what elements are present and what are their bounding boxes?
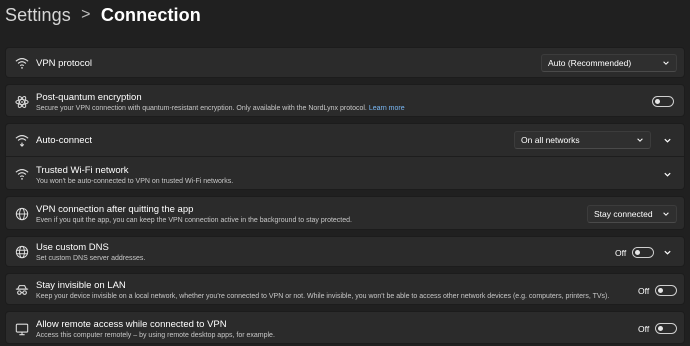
auto-connect-title: Auto-connect <box>36 135 92 146</box>
breadcrumb: Settings > Connection <box>5 2 201 28</box>
page-title: Connection <box>100 4 201 25</box>
wifi-auto-icon <box>15 133 29 147</box>
custom-dns-description: Set custom DNS server addresses. <box>36 255 146 262</box>
vpn-protocol-value: Auto (Recommended) <box>548 58 632 68</box>
after-quit-description: Even if you quit the app, you can keep t… <box>36 217 352 224</box>
after-quit-row: VPN connection after quitting the app Ev… <box>6 197 684 231</box>
post-quantum-description: Secure your VPN connection with quantum-… <box>36 104 604 114</box>
vpn-protocol-card: VPN protocol Auto (Recommended) <box>5 47 685 78</box>
remote-access-toggle-group: Off <box>638 323 678 334</box>
remote-access-description: Access this computer remotely – by using… <box>36 332 275 339</box>
after-quit-title: VPN connection after quitting the app <box>36 204 194 215</box>
globe-icon <box>15 207 29 221</box>
remote-access-card: Allow remote access while connected to V… <box>5 311 685 344</box>
auto-connect-row[interactable]: Auto-connect On all networks <box>6 124 684 156</box>
incognito-icon <box>15 283 29 297</box>
wifi-icon <box>15 167 29 181</box>
learn-more-link[interactable]: Learn more <box>369 105 405 112</box>
auto-connect-value: On all networks <box>521 135 580 145</box>
post-quantum-card: Post-quantum encryption Secure your VPN … <box>5 84 685 117</box>
post-quantum-desc-text: Secure your VPN connection with quantum-… <box>36 105 367 112</box>
after-quit-card: VPN connection after quitting the app Ev… <box>5 196 685 230</box>
chevron-down-icon <box>663 61 669 65</box>
invisible-lan-toggle-label: Off <box>638 285 650 296</box>
custom-dns-toggle[interactable] <box>632 247 655 258</box>
breadcrumb-separator: > <box>81 6 91 23</box>
auto-connect-card: Auto-connect On all networks Trusted Wi-… <box>5 123 685 190</box>
trusted-wifi-row[interactable]: Trusted Wi-Fi network You won't be auto-… <box>6 156 684 191</box>
invisible-lan-card: Stay invisible on LAN Keep your device i… <box>5 273 685 305</box>
post-quantum-toggle-group <box>652 96 674 107</box>
custom-dns-toggle-label: Off <box>615 247 627 258</box>
dns-globe-icon <box>15 245 29 259</box>
invisible-lan-row: Stay invisible on LAN Keep your device i… <box>6 274 684 306</box>
invisible-lan-toggle-group: Off <box>638 285 678 296</box>
custom-dns-card: Use custom DNS Set custom DNS server add… <box>5 236 685 267</box>
vpn-protocol-dropdown[interactable]: Auto (Recommended) <box>541 54 677 72</box>
remote-access-title: Allow remote access while connected to V… <box>36 319 227 330</box>
post-quantum-toggle[interactable] <box>652 96 674 107</box>
atom-icon <box>15 95 29 109</box>
breadcrumb-settings-link[interactable]: Settings <box>5 5 71 26</box>
post-quantum-title: Post-quantum encryption <box>36 92 142 103</box>
post-quantum-row: Post-quantum encryption Secure your VPN … <box>6 85 684 118</box>
remote-access-row: Allow remote access while connected to V… <box>6 312 684 345</box>
auto-connect-dropdown[interactable]: On all networks <box>514 131 651 149</box>
invisible-lan-description: Keep your device invisible on a local ne… <box>36 293 610 300</box>
remote-access-toggle-label: Off <box>638 323 650 334</box>
remote-access-toggle[interactable] <box>655 323 678 334</box>
chevron-down-icon <box>663 212 669 216</box>
trusted-wifi-expand-icon[interactable] <box>662 169 672 179</box>
trusted-wifi-description: You won't be auto-connected to VPN on tr… <box>36 178 234 185</box>
chevron-down-icon <box>637 138 643 142</box>
custom-dns-toggle-group: Off <box>615 247 655 258</box>
auto-connect-expand-icon[interactable] <box>662 135 672 145</box>
toggle-knob <box>655 99 660 104</box>
vpn-protocol-icon <box>15 56 29 70</box>
after-quit-dropdown[interactable]: Stay connected <box>587 205 677 223</box>
trusted-wifi-title: Trusted Wi-Fi network <box>36 165 129 176</box>
toggle-knob <box>635 250 641 255</box>
vpn-protocol-row: VPN protocol Auto (Recommended) <box>6 48 684 79</box>
remote-desktop-icon <box>15 322 29 336</box>
toggle-knob <box>658 326 664 331</box>
custom-dns-row[interactable]: Use custom DNS Set custom DNS server add… <box>6 237 684 268</box>
custom-dns-expand-icon[interactable] <box>662 247 672 257</box>
invisible-lan-toggle[interactable] <box>655 285 678 296</box>
after-quit-value: Stay connected <box>594 209 653 219</box>
vpn-protocol-title: VPN protocol <box>36 58 92 69</box>
custom-dns-title: Use custom DNS <box>36 242 109 253</box>
toggle-knob <box>658 288 664 293</box>
invisible-lan-title: Stay invisible on LAN <box>36 280 126 291</box>
